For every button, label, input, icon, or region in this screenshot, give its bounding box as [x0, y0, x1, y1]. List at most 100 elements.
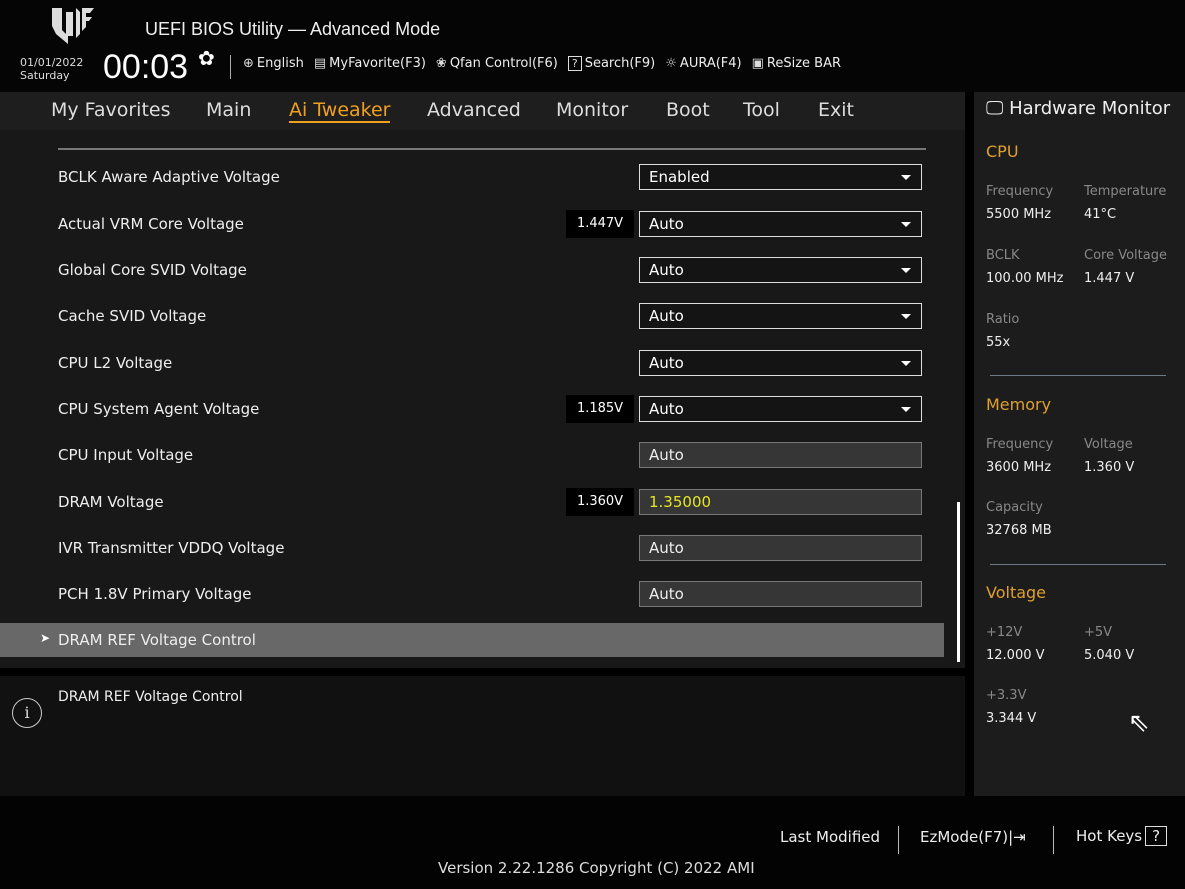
tab-monitor[interactable]: Monitor [556, 99, 628, 121]
memory-voltage-label: Voltage [1084, 437, 1133, 452]
12v-value: 12.000 V [986, 648, 1045, 663]
setting-dropdown[interactable]: Auto [639, 396, 922, 422]
version-text: Version 2.22.1286 Copyright (C) 2022 AMI [438, 859, 755, 877]
3-3v-label: +3.3V [986, 688, 1027, 703]
core-voltage: 1.447 V [1084, 271, 1135, 286]
setting-input[interactable]: 1.35000 [639, 489, 922, 515]
tab-my-favorites[interactable]: My Favorites [51, 99, 171, 121]
setting-row-dram-voltage: DRAM Voltage 1.360V 1.35000 [0, 485, 944, 519]
setting-row-ivr-transmitter-vddq-voltage: IVR Transmitter VDDQ Voltage Auto [0, 531, 944, 565]
setting-row-pch-1-8v-primary-voltage: PCH 1.8V Primary Voltage Auto [0, 577, 944, 611]
qfan-control-button[interactable]: ❀ Qfan Control(F6) [436, 56, 558, 71]
cpu-frequency-label: Frequency [986, 184, 1054, 199]
5v-value: 5.040 V [1084, 648, 1135, 663]
setting-dropdown[interactable]: Auto [639, 303, 922, 329]
globe-icon: ⊕ [243, 56, 254, 71]
resize-bar-icon: ▣ [751, 56, 764, 71]
tab-boot[interactable]: Boot [666, 99, 710, 121]
memory-voltage: 1.360 V [1084, 460, 1135, 475]
tuf-logo [52, 8, 94, 44]
resize-bar-button[interactable]: ▣ ReSize BAR [752, 56, 841, 71]
setting-label: CPU System Agent Voltage [58, 400, 260, 418]
gear-icon[interactable]: ✿ [198, 46, 215, 70]
help-icon: ? [1145, 826, 1168, 846]
setting-label: IVR Transmitter VDDQ Voltage [58, 539, 285, 557]
12v-label: +12V [986, 625, 1023, 640]
voltage-section-title: Voltage [986, 583, 1047, 602]
tab-tool[interactable]: Tool [743, 99, 780, 121]
hot-keys-button[interactable]: Hot Keys? [1076, 826, 1168, 846]
search-help-icon: ? [567, 56, 582, 71]
bclk-label: BCLK [986, 248, 1020, 263]
hardware-monitor-title: 🖵 Hardware Monitor [986, 98, 1171, 119]
memory-section-title: Memory [986, 395, 1052, 414]
date-display: 01/01/2022 Saturday [20, 56, 83, 82]
cpu-temperature: 41°C [1084, 207, 1117, 222]
tab-exit[interactable]: Exit [818, 99, 854, 121]
divider [230, 55, 231, 79]
setting-dropdown[interactable]: Auto [639, 211, 922, 237]
setting-label: CPU Input Voltage [58, 446, 194, 464]
tab-main[interactable]: Main [206, 99, 251, 121]
ratio-label: Ratio [986, 312, 1020, 327]
5v-label: +5V [1084, 625, 1113, 640]
voltage-reading: 1.185V [566, 395, 634, 423]
memory-frequency: 3600 MHz [986, 460, 1052, 475]
3-3v-value: 3.344 V [986, 711, 1037, 726]
info-icon: i [12, 698, 42, 728]
tab-ai-tweaker[interactable]: Ai Tweaker [289, 99, 391, 123]
divider [58, 148, 926, 150]
submenu-dram-ref-voltage-control[interactable]: ➤ DRAM REF Voltage Control [0, 623, 944, 657]
setting-label: BCLK Aware Adaptive Voltage [58, 168, 280, 186]
aura-button[interactable]: ☼ AURA(F4) [665, 56, 741, 71]
divider [990, 375, 1166, 376]
ezmode-button[interactable]: EzMode(F7)|⇥ [920, 828, 1026, 846]
cpu-frequency: 5500 MHz [986, 207, 1052, 222]
favorite-list-icon: ▤ [313, 56, 327, 71]
mouse-cursor-icon: ⇖ [1128, 708, 1150, 738]
scrollbar[interactable] [957, 502, 960, 662]
weekday: Saturday [20, 69, 70, 82]
setting-dropdown[interactable]: Auto [639, 257, 922, 283]
chevron-right-icon: ➤ [40, 631, 51, 645]
setting-input[interactable]: Auto [639, 442, 922, 468]
tab-advanced[interactable]: Advanced [427, 99, 521, 121]
setting-dropdown[interactable]: Auto [639, 350, 922, 376]
setting-dropdown[interactable]: Enabled [639, 164, 922, 190]
toolbar: ⊕ English ▤ MyFavorite(F3) ❀ Qfan Control(F… [243, 56, 841, 71]
last-modified-button[interactable]: Last Modified [780, 828, 880, 846]
fan-icon: ❀ [435, 56, 447, 71]
setting-label: Cache SVID Voltage [58, 307, 207, 325]
cpu-section-title: CPU [986, 142, 1019, 161]
setting-row-cpu-system-agent-voltage: CPU System Agent Voltage 1.185V Auto [0, 392, 944, 426]
setting-row-global-core-svid-voltage: Global Core SVID Voltage Auto [0, 253, 944, 287]
clock: 00:03 [103, 48, 189, 86]
setting-label: DRAM Voltage [58, 493, 164, 511]
date: 01/01/2022 [20, 56, 84, 69]
voltage-reading: 1.447V [566, 210, 634, 238]
divider [990, 564, 1166, 565]
setting-label: PCH 1.8V Primary Voltage [58, 585, 252, 603]
help-text: DRAM REF Voltage Control [58, 689, 243, 705]
setting-label: Global Core SVID Voltage [58, 261, 247, 279]
setting-row-bclk-aware-adaptive-voltage: BCLK Aware Adaptive Voltage Enabled [0, 160, 944, 194]
bclk: 100.00 MHz [986, 271, 1064, 286]
language-button[interactable]: ⊕ English [243, 56, 304, 71]
memory-capacity: 32768 MB [986, 523, 1052, 538]
memory-frequency-label: Frequency [986, 437, 1054, 452]
setting-row-cpu-input-voltage: CPU Input Voltage Auto [0, 438, 944, 472]
setting-label: Actual VRM Core Voltage [58, 215, 244, 233]
app-title: UEFI BIOS Utility — Advanced Mode [145, 19, 441, 39]
divider [1053, 826, 1054, 854]
memory-capacity-label: Capacity [986, 500, 1043, 515]
setting-label: CPU L2 Voltage [58, 354, 173, 372]
aura-light-icon: ☼ [665, 56, 677, 71]
setting-input[interactable]: Auto [639, 535, 922, 561]
exit-arrow-icon: |⇥ [1008, 828, 1026, 846]
core-voltage-label: Core Voltage [1084, 248, 1167, 263]
setting-input[interactable]: Auto [639, 581, 922, 607]
search-button[interactable]: ? Search(F9) [567, 56, 655, 71]
divider [898, 826, 899, 854]
submenu-label: DRAM REF Voltage Control [58, 631, 256, 649]
myfavorite-button[interactable]: ▤ MyFavorite(F3) [314, 56, 426, 71]
